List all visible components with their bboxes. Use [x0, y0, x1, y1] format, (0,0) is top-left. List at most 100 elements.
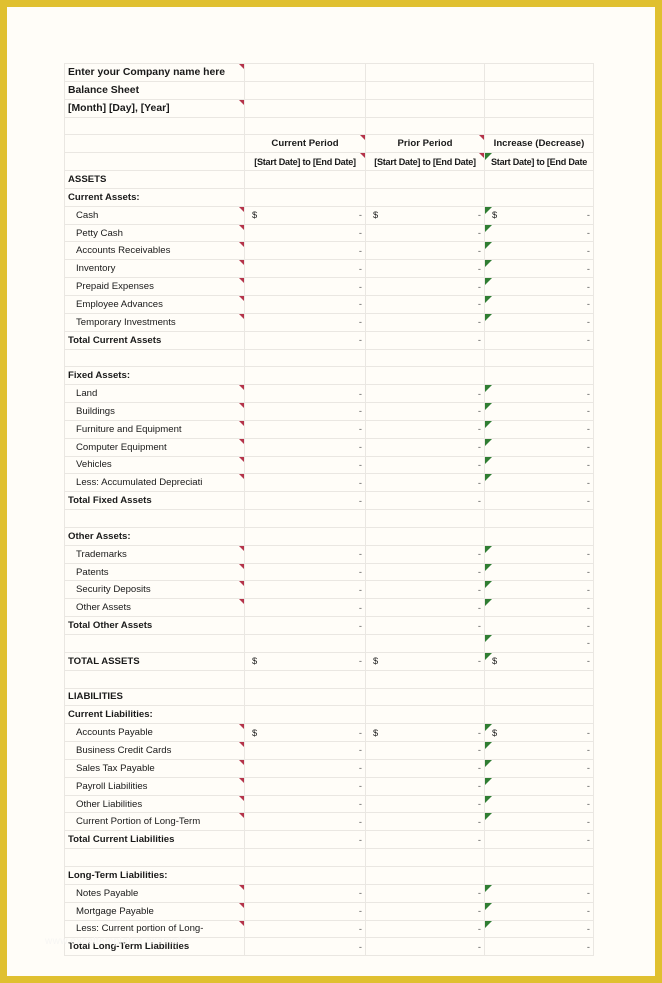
current-period-value[interactable]: [244, 366, 366, 386]
increase-decrease-value[interactable]: $ -: [484, 723, 594, 743]
empty-label-cell[interactable]: [64, 848, 245, 867]
prior-period-value[interactable]: [365, 116, 485, 136]
increase-decrease-value[interactable]: -: [484, 223, 594, 243]
prior-period-value[interactable]: [365, 348, 485, 368]
prior-period-value[interactable]: -: [365, 402, 485, 421]
prior-period-value[interactable]: [365, 63, 485, 82]
increase-decrease-value[interactable]: -: [484, 259, 594, 279]
prior-period-value[interactable]: [365, 98, 485, 118]
current-period-value[interactable]: -: [244, 473, 366, 493]
increase-decrease-value[interactable]: [484, 526, 594, 546]
increase-decrease-value[interactable]: -: [484, 491, 594, 511]
current-period-value[interactable]: -: [244, 455, 366, 475]
header-prior-period[interactable]: Prior Period: [365, 134, 485, 154]
line-item-furniture-and-equipment[interactable]: Furniture and Equipment: [64, 419, 245, 439]
prior-period-value[interactable]: -: [365, 794, 485, 814]
prior-period-value[interactable]: [365, 366, 485, 386]
current-period-value[interactable]: $ -: [244, 651, 366, 671]
prior-period-value[interactable]: -: [365, 562, 485, 582]
empty-label-cell[interactable]: [64, 634, 245, 653]
line-item-sales-tax-payable[interactable]: Sales Tax Payable: [64, 758, 245, 778]
prior-period-value[interactable]: -: [365, 384, 485, 404]
prior-period-value[interactable]: -: [365, 937, 485, 957]
increase-decrease-value[interactable]: -: [484, 616, 594, 635]
line-item-land[interactable]: Land: [64, 384, 245, 404]
increase-decrease-value[interactable]: -: [484, 830, 594, 850]
increase-decrease-value[interactable]: -: [484, 312, 594, 332]
increase-decrease-value[interactable]: -: [484, 419, 594, 439]
increase-decrease-value[interactable]: $ -: [484, 651, 594, 671]
current-period-value[interactable]: -: [244, 794, 366, 814]
line-item-security-deposits[interactable]: Security Deposits: [64, 580, 245, 600]
increase-decrease-value[interactable]: -: [484, 937, 594, 957]
current-period-value[interactable]: -: [244, 830, 366, 850]
increase-decrease-value[interactable]: -: [484, 437, 594, 457]
increase-decrease-value[interactable]: -: [484, 901, 594, 921]
current-period-value[interactable]: -: [244, 562, 366, 582]
prior-period-value[interactable]: -: [365, 473, 485, 493]
prior-period-value[interactable]: [365, 170, 485, 189]
prior-period-value[interactable]: $ -: [365, 205, 485, 225]
total-other-assets[interactable]: Total Other Assets: [64, 616, 245, 635]
prior-period-value[interactable]: -: [365, 901, 485, 921]
empty-label-cell[interactable]: [64, 116, 245, 136]
current-period-value[interactable]: [244, 687, 366, 707]
current-period-value[interactable]: $ -: [244, 205, 366, 225]
document-date-cell[interactable]: [Month] [Day], [Year]: [64, 98, 245, 118]
current-period-value[interactable]: [244, 170, 366, 189]
increase-decrease-value[interactable]: -: [484, 741, 594, 760]
line-item-temporary-investments[interactable]: Temporary Investments: [64, 312, 245, 332]
increase-decrease-value[interactable]: -: [484, 758, 594, 778]
prior-period-value[interactable]: -: [365, 330, 485, 350]
increase-decrease-value[interactable]: [484, 63, 594, 82]
prior-period-value[interactable]: [365, 705, 485, 725]
increase-decrease-value[interactable]: [484, 865, 594, 885]
current-period-value[interactable]: -: [244, 419, 366, 439]
increase-decrease-value[interactable]: -: [484, 473, 594, 493]
increase-decrease-value[interactable]: [484, 669, 594, 689]
current-period-value[interactable]: -: [244, 312, 366, 332]
current-period-value[interactable]: [244, 634, 366, 653]
current-liabilities-header[interactable]: Current Liabilities:: [64, 705, 245, 725]
line-item-trademarks[interactable]: Trademarks: [64, 544, 245, 564]
prior-period-value[interactable]: -: [365, 776, 485, 796]
line-item-other-assets[interactable]: Other Assets: [64, 598, 245, 618]
increase-decrease-value[interactable]: [484, 116, 594, 136]
current-period-value[interactable]: [244, 848, 366, 867]
current-period-value[interactable]: $ -: [244, 723, 366, 743]
line-item-cash[interactable]: Cash: [64, 205, 245, 225]
current-period-value[interactable]: -: [244, 598, 366, 618]
increase-decrease-value[interactable]: [484, 187, 594, 207]
current-period-value[interactable]: -: [244, 937, 366, 957]
current-period-value[interactable]: [244, 669, 366, 689]
subheader-prior-range[interactable]: [Start Date] to [End Date]: [365, 152, 485, 172]
prior-period-value[interactable]: [365, 865, 485, 885]
current-period-value[interactable]: [244, 526, 366, 546]
empty-label-cell[interactable]: [64, 348, 245, 368]
increase-decrease-value[interactable]: -: [484, 776, 594, 796]
line-item-accounts-receivables[interactable]: Accounts Receivables: [64, 241, 245, 261]
current-period-value[interactable]: -: [244, 544, 366, 564]
line-item-prepaid-expenses[interactable]: Prepaid Expenses: [64, 277, 245, 296]
total-current-liabilities[interactable]: Total Current Liabilities: [64, 830, 245, 850]
increase-decrease-value[interactable]: [484, 98, 594, 118]
increase-decrease-value[interactable]: -: [484, 580, 594, 600]
prior-period-value[interactable]: -: [365, 277, 485, 296]
current-period-value[interactable]: [244, 187, 366, 207]
prior-period-value[interactable]: -: [365, 419, 485, 439]
current-period-value[interactable]: -: [244, 277, 366, 296]
increase-decrease-value[interactable]: [484, 170, 594, 189]
current-period-value[interactable]: -: [244, 901, 366, 921]
increase-decrease-value[interactable]: [484, 687, 594, 707]
prior-period-value[interactable]: [365, 187, 485, 207]
prior-period-value[interactable]: -: [365, 812, 485, 832]
increase-decrease-value[interactable]: -: [484, 812, 594, 832]
line-item-payroll-liabilities[interactable]: Payroll Liabilities: [64, 776, 245, 796]
line-item-other-liabilities[interactable]: Other Liabilities: [64, 794, 245, 814]
prior-period-value[interactable]: -: [365, 580, 485, 600]
prior-period-value[interactable]: [365, 848, 485, 867]
prior-period-value[interactable]: -: [365, 616, 485, 635]
current-period-value[interactable]: -: [244, 402, 366, 421]
current-assets-header[interactable]: Current Assets:: [64, 187, 245, 207]
line-item-computer-equipment[interactable]: Computer Equipment: [64, 437, 245, 457]
